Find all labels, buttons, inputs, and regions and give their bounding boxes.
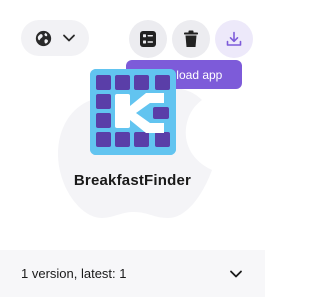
list-details-icon bbox=[140, 31, 156, 47]
chevron-down-icon bbox=[62, 34, 75, 42]
versions-accordion[interactable]: 1 version, latest: 1 bbox=[0, 250, 265, 297]
globe-icon bbox=[35, 30, 51, 46]
download-icon bbox=[226, 31, 242, 46]
app-card: Download app BreakfastFinder 1 version, … bbox=[0, 0, 265, 297]
app-icon-graphic bbox=[90, 69, 176, 155]
app-name: BreakfastFinder bbox=[73, 172, 192, 189]
download-app-button[interactable] bbox=[215, 20, 253, 58]
breakfastfinder-app-icon bbox=[90, 69, 176, 155]
delete-app-button[interactable] bbox=[172, 20, 210, 58]
app-details-button[interactable] bbox=[129, 20, 167, 58]
chevron-down-icon[interactable] bbox=[229, 267, 243, 281]
trash-icon bbox=[184, 30, 198, 47]
version-summary: 1 version, latest: 1 bbox=[21, 266, 127, 281]
language-selector-button[interactable] bbox=[21, 20, 89, 56]
